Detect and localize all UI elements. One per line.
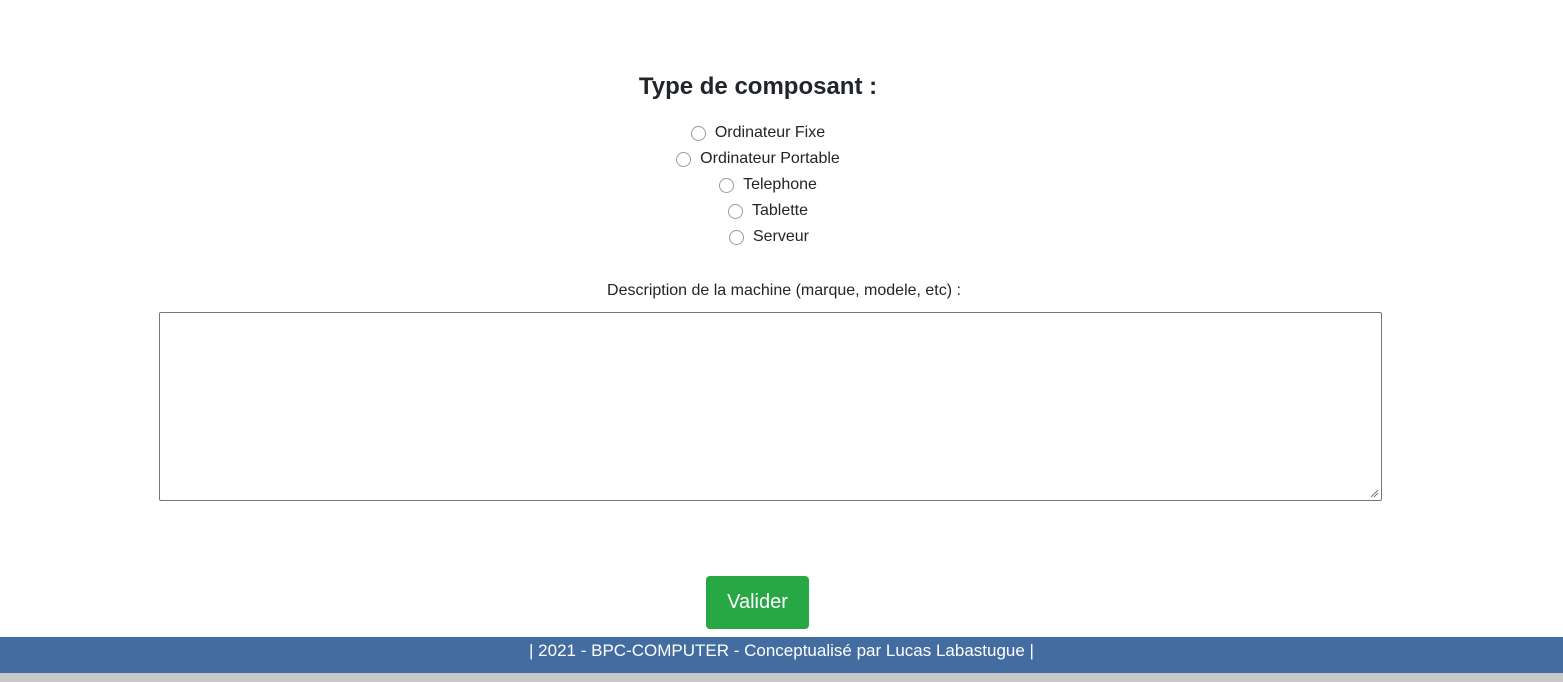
- radio-button[interactable]: [728, 229, 744, 245]
- component-type-title: Type de composant :: [638, 73, 878, 100]
- radio-label: Telephone: [743, 176, 817, 193]
- component-type-radio-group: Ordinateur Fixe Ordinateur Portable Tele…: [0, 120, 1516, 250]
- footer: | 2021 - BPC-COMPUTER - Conceptualisé pa…: [0, 637, 1563, 673]
- radio-label: Serveur: [752, 228, 810, 245]
- description-label: Description de la machine (marque, model…: [607, 282, 961, 299]
- radio-button[interactable]: [676, 151, 692, 167]
- footer-text: | 2021 - BPC-COMPUTER - Conceptualisé pa…: [529, 641, 1034, 660]
- radio-button[interactable]: [719, 177, 735, 193]
- radio-option-tablette[interactable]: Tablette: [0, 198, 1516, 224]
- radio-label: Tablette: [751, 202, 809, 219]
- page: Type de composant : Ordinateur Fixe Ordi…: [0, 0, 1563, 682]
- horizontal-scrollbar[interactable]: [0, 673, 1563, 682]
- radio-option-telephone[interactable]: Telephone: [0, 172, 1516, 198]
- radio-label: Ordinateur Fixe: [714, 124, 826, 141]
- radio-label: Ordinateur Portable: [700, 150, 840, 167]
- resize-handle-icon[interactable]: [1370, 489, 1379, 498]
- submit-button[interactable]: Valider: [706, 576, 809, 629]
- description-textarea[interactable]: [159, 312, 1382, 501]
- radio-button[interactable]: [727, 203, 743, 219]
- radio-option-serveur[interactable]: Serveur: [0, 224, 1516, 250]
- radio-option-ordinateur-portable[interactable]: Ordinateur Portable: [0, 146, 1516, 172]
- radio-option-ordinateur-fixe[interactable]: Ordinateur Fixe: [0, 120, 1516, 146]
- radio-button[interactable]: [690, 125, 706, 141]
